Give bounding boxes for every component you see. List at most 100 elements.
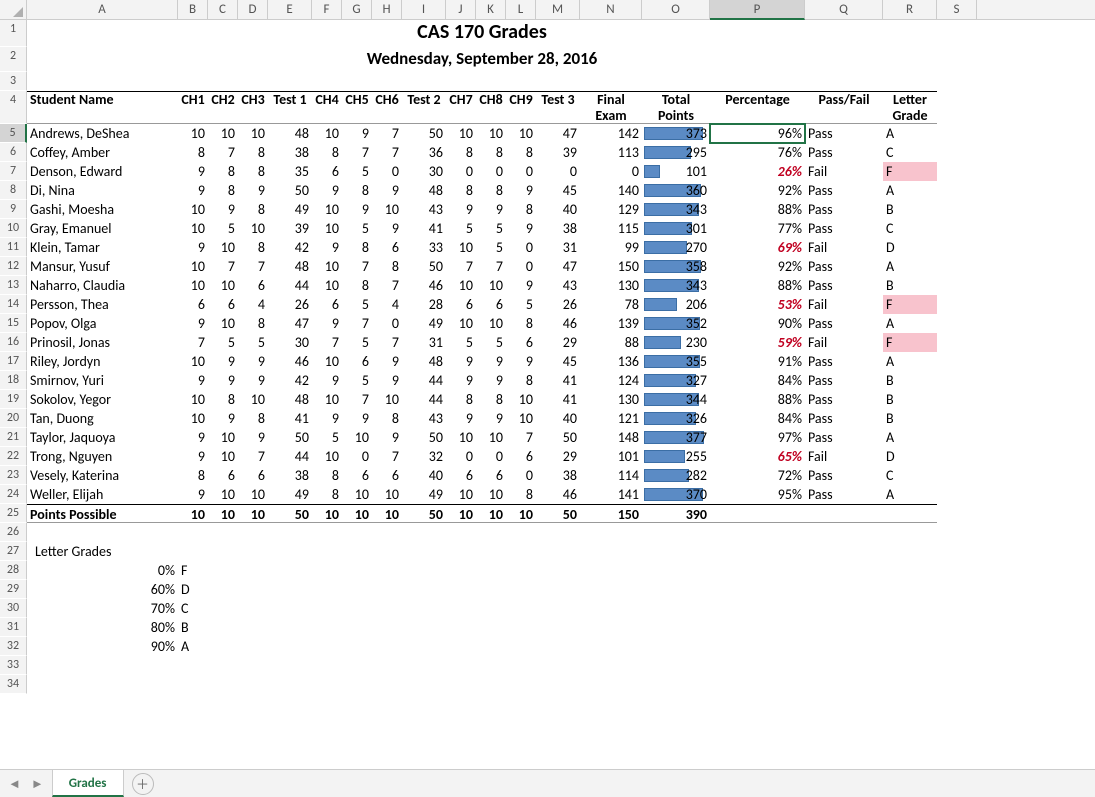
cell-ch9: 10: [506, 124, 536, 143]
header-I: Test 2: [402, 92, 446, 123]
row-header-31[interactable]: 31: [0, 618, 27, 637]
cell-ch4: 10: [312, 200, 342, 219]
col-header-C[interactable]: C: [208, 0, 238, 20]
cell-ch5: 10: [342, 485, 372, 504]
cell-ch6: 4: [372, 295, 402, 314]
cell-area[interactable]: CAS 170 GradesWednesday, September 28, 2…: [27, 20, 937, 694]
row-header-9[interactable]: 9: [0, 200, 27, 219]
row-header-13[interactable]: 13: [0, 276, 27, 295]
col-header-M[interactable]: M: [536, 0, 580, 20]
cell-ch9: 6: [506, 333, 536, 352]
row-header-5[interactable]: 5: [0, 124, 27, 143]
add-sheet-button[interactable]: ＋: [132, 773, 154, 795]
cell-final: 88: [580, 333, 642, 352]
row-header-24[interactable]: 24: [0, 485, 27, 504]
row-header-10[interactable]: 10: [0, 219, 27, 238]
row-header-23[interactable]: 23: [0, 466, 27, 485]
tab-prev-icon[interactable]: ◄: [8, 776, 21, 792]
pass-fail: Pass: [805, 371, 883, 390]
row-header-30[interactable]: 30: [0, 599, 27, 618]
row-header-20[interactable]: 20: [0, 409, 27, 428]
cell-final: 136: [580, 352, 642, 371]
col-header-P[interactable]: P: [710, 0, 805, 20]
row-header-6[interactable]: 6: [0, 143, 27, 162]
cell-ch3: 7: [238, 257, 268, 276]
cell-final: 141: [580, 485, 642, 504]
row-header-21[interactable]: 21: [0, 428, 27, 447]
col-header-H[interactable]: H: [372, 0, 402, 20]
percentage: 92%: [710, 181, 805, 200]
cell-ch2: 6: [208, 295, 238, 314]
cell-ch3: 4: [238, 295, 268, 314]
row-header-1[interactable]: 1: [0, 20, 27, 47]
tab-next-icon[interactable]: ►: [31, 776, 44, 792]
pass-fail: Pass: [805, 200, 883, 219]
table-row: Weller, Elijah91010498101049101084614137…: [27, 485, 937, 504]
row-header-15[interactable]: 15: [0, 314, 27, 333]
col-header-D[interactable]: D: [238, 0, 268, 20]
col-header-Q[interactable]: Q: [805, 0, 883, 20]
cell-ch2: 8: [208, 181, 238, 200]
row-header-8[interactable]: 8: [0, 181, 27, 200]
col-header-B[interactable]: B: [178, 0, 208, 20]
row-header-3[interactable]: 3: [0, 72, 27, 91]
row-header-25[interactable]: 25: [0, 504, 27, 523]
table-row: Coffey, Amber87838877368883911329576%Pas…: [27, 143, 937, 162]
cell-t1: 38: [268, 466, 312, 485]
row-header-33[interactable]: 33: [0, 656, 27, 675]
header-L: CH9: [506, 92, 536, 123]
col-header-O[interactable]: O: [642, 0, 710, 20]
row-header-2[interactable]: 2: [0, 47, 27, 72]
cell-ch6: 7: [372, 447, 402, 466]
cell-ch8: 8: [476, 390, 506, 409]
row-header-16[interactable]: 16: [0, 333, 27, 352]
col-header-E[interactable]: E: [268, 0, 312, 20]
col-header-I[interactable]: I: [402, 0, 446, 20]
row-header-19[interactable]: 19: [0, 390, 27, 409]
row-header-11[interactable]: 11: [0, 238, 27, 257]
sheet-tab-grades[interactable]: Grades: [52, 770, 124, 797]
col-header-K[interactable]: K: [476, 0, 506, 20]
cell-ch6: 7: [372, 333, 402, 352]
row-header-17[interactable]: 17: [0, 352, 27, 371]
row-header-14[interactable]: 14: [0, 295, 27, 314]
col-header-N[interactable]: N: [580, 0, 642, 20]
letter-grade-letter: D: [178, 580, 208, 599]
cell-ch2: 10: [208, 485, 238, 504]
row-header-28[interactable]: 28: [0, 561, 27, 580]
col-header-S[interactable]: S: [937, 0, 977, 20]
header-O: TotalPoints: [642, 92, 710, 123]
col-header-R[interactable]: R: [883, 0, 937, 20]
col-header-G[interactable]: G: [342, 0, 372, 20]
row-header-7[interactable]: 7: [0, 162, 27, 181]
cell-t2: 33: [402, 238, 446, 257]
row-header-12[interactable]: 12: [0, 257, 27, 276]
student-name: Mansur, Yusuf: [27, 257, 178, 276]
row-header-18[interactable]: 18: [0, 371, 27, 390]
row-header-27[interactable]: 27: [0, 542, 27, 561]
table-row: Vesely, Katerina86638866406603811428272%…: [27, 466, 937, 485]
row-header-34[interactable]: 34: [0, 675, 27, 694]
cell-final: 130: [580, 276, 642, 295]
tab-nav-arrows[interactable]: ◄ ►: [0, 776, 52, 792]
col-header-J[interactable]: J: [446, 0, 476, 20]
cell-ch9: 8: [506, 485, 536, 504]
cell-ch7: 10: [446, 276, 476, 295]
row-header-22[interactable]: 22: [0, 447, 27, 466]
col-header-F[interactable]: F: [312, 0, 342, 20]
cell-final: 130: [580, 390, 642, 409]
row-header-4[interactable]: 4: [0, 91, 27, 124]
row-header-29[interactable]: 29: [0, 580, 27, 599]
row-header-32[interactable]: 32: [0, 637, 27, 656]
cell-ch9: 7: [506, 428, 536, 447]
cell-ch5: 9: [342, 409, 372, 428]
cell-ch6: 9: [372, 219, 402, 238]
cell-ch1: 7: [178, 333, 208, 352]
cell-ch5: 7: [342, 143, 372, 162]
col-header-L[interactable]: L: [506, 0, 536, 20]
cell-t2: 31: [402, 333, 446, 352]
col-header-A[interactable]: A: [27, 0, 178, 20]
select-all-triangle[interactable]: [0, 0, 27, 20]
spreadsheet-grid[interactable]: ABCDEFGHIJKLMNOPQRS 12345678910111213141…: [0, 0, 1095, 694]
row-header-26[interactable]: 26: [0, 523, 27, 542]
